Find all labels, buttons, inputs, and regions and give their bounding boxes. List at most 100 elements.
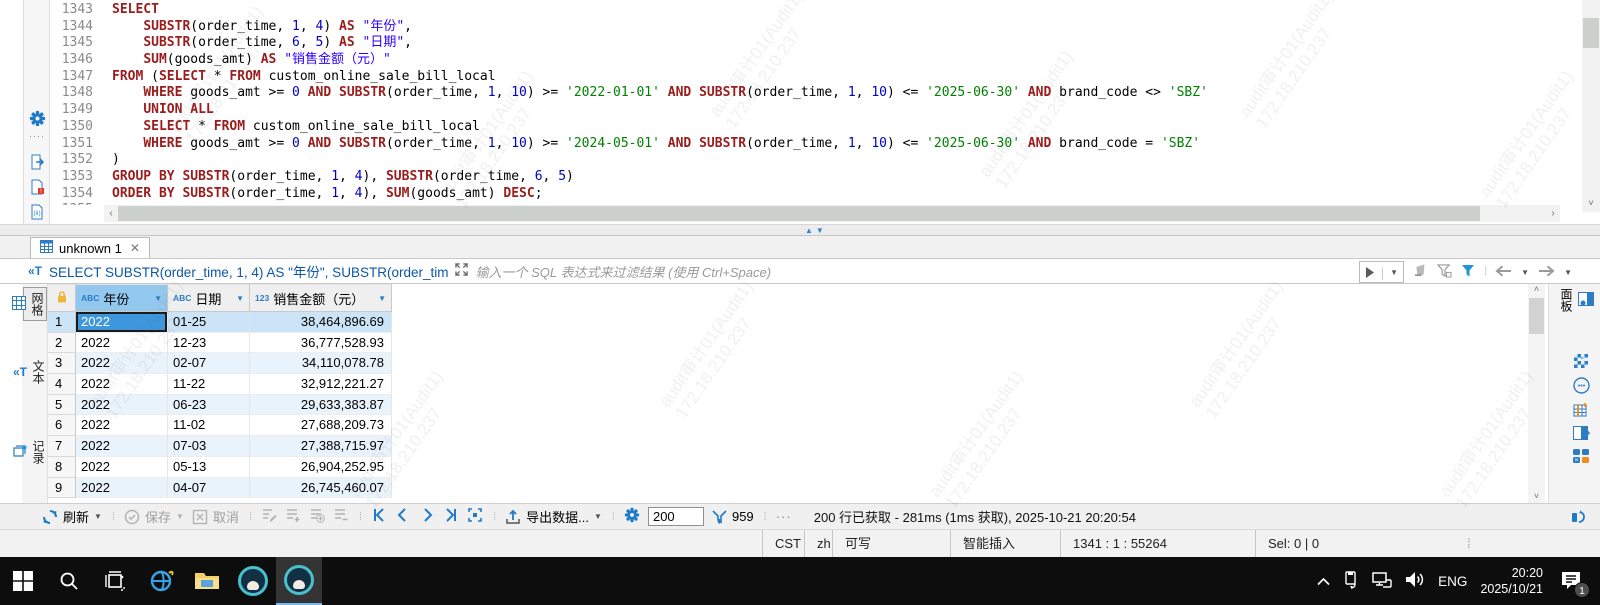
row-number[interactable]: 2	[48, 332, 76, 354]
chevron-down-icon[interactable]: ▼	[94, 512, 102, 521]
code-line[interactable]: ORDER BY SUBSTR(order_time, 1, 4), SUM(g…	[112, 186, 1576, 203]
explorer-button[interactable]	[184, 557, 230, 605]
grid-cell[interactable]: 27,388,715.97	[250, 436, 392, 457]
grid-cell[interactable]: 27,688,209.73	[250, 415, 392, 437]
code-line[interactable]: UNION ALL	[112, 102, 1576, 119]
table-row[interactable]: 9 2022 04-07 26,745,460.07	[48, 477, 392, 499]
column-header-year[interactable]: ABC 年份 ▼	[76, 284, 168, 312]
table-row[interactable]: 3 2022 02-07 34,110,078.78	[48, 353, 392, 375]
grid-cell[interactable]: 2022	[76, 477, 168, 499]
code-line[interactable]: WHERE goods_amt >= 0 AND SUBSTR(order_ti…	[112, 136, 1576, 153]
table-row[interactable]: 1 2022 01-25 38,464,896.69	[48, 312, 392, 333]
aggregate-panel-icon[interactable]	[1572, 400, 1590, 418]
custom-filter-icon[interactable]	[1436, 263, 1452, 281]
grid-cell[interactable]: 26,904,252.95	[250, 456, 392, 478]
grid-cell[interactable]: 2022	[76, 374, 168, 395]
column-header-amount[interactable]: 123 销售金额（元） ▼	[250, 284, 392, 312]
row-number[interactable]: 7	[48, 436, 76, 457]
script-error-icon[interactable]: !	[27, 177, 47, 197]
fetch-size-input[interactable]	[647, 507, 704, 526]
language-indicator[interactable]: ENG	[1438, 574, 1467, 589]
export-data-button[interactable]: 导出数据... ▼	[505, 507, 602, 526]
script-info-icon[interactable]: (ii)	[27, 202, 47, 222]
last-page-icon[interactable]	[443, 507, 459, 526]
hscroll-thumb[interactable]	[118, 206, 1480, 221]
grid-cell[interactable]: 11-22	[168, 374, 250, 395]
editor-vscrollbar[interactable]: ˅	[1582, 0, 1600, 212]
row-number[interactable]: 3	[48, 353, 76, 375]
scroll-down-icon[interactable]: ˅	[1582, 198, 1600, 212]
scroll-down-icon[interactable]: ˅	[1528, 491, 1545, 501]
grid-cell[interactable]: 06-23	[168, 394, 250, 416]
code-line[interactable]: FROM (SELECT * FROM custom_online_sale_b…	[112, 69, 1576, 86]
clear-filter-icon[interactable]	[1413, 264, 1428, 280]
result-grid[interactable]: ABC 年份 ▼ ABC 日期 ▼ 123 销售金额（元） ▼ 1 2022 01-…	[48, 284, 392, 499]
table-row[interactable]: 8 2022 05-13 26,904,252.95	[48, 456, 392, 478]
grid-cell[interactable]: 05-13	[168, 456, 250, 478]
ie-button[interactable]	[138, 557, 184, 605]
code-line[interactable]: SELECT * FROM custom_online_sale_bill_lo…	[112, 119, 1576, 136]
code-line[interactable]: SUBSTR(order_time, 6, 5) AS "日期",	[112, 35, 1576, 52]
expand-filter-icon[interactable]	[455, 263, 469, 279]
first-page-icon[interactable]	[371, 507, 387, 526]
code-line[interactable]: GROUP BY SUBSTR(order_time, 1, 4), SUBST…	[112, 169, 1576, 186]
grid-cell[interactable]: 07-03	[168, 436, 250, 457]
calc-panel-icon[interactable]	[1572, 376, 1590, 394]
apply-filter-button[interactable]: | ▼	[1358, 261, 1405, 283]
header-corner[interactable]	[48, 284, 76, 312]
export-script-icon[interactable]	[27, 152, 47, 172]
grid-cell[interactable]: 29,633,383.87	[250, 394, 392, 416]
code-line[interactable]: SELECT	[112, 2, 1576, 19]
vscroll-thumb[interactable]	[1583, 18, 1599, 48]
row-number[interactable]: 8	[48, 456, 76, 478]
grid-cell[interactable]: 12-23	[168, 332, 250, 354]
usb-icon[interactable]	[1343, 570, 1359, 592]
code-line[interactable]: SUM(goods_amt) AS "销售金额（元）"	[112, 52, 1576, 69]
forward-icon[interactable]	[1538, 265, 1555, 280]
row-number[interactable]: 5	[48, 394, 76, 416]
add-row-icon[interactable]	[285, 507, 301, 526]
statusbar-overflow-icon[interactable]: ⁞	[1455, 530, 1495, 558]
grid-cell[interactable]: 2022	[76, 415, 168, 437]
start-button[interactable]	[0, 557, 46, 605]
code-line[interactable]: )	[112, 152, 1576, 169]
grid-cell[interactable]: 2022	[76, 332, 168, 354]
prev-page-icon[interactable]	[395, 507, 411, 526]
back-icon[interactable]	[1495, 265, 1512, 280]
column-header-date[interactable]: ABC 日期 ▼	[168, 284, 250, 312]
editor-hscrollbar[interactable]: ‹ ›	[104, 205, 1560, 222]
grid-cell[interactable]: 32,912,221.27	[250, 374, 392, 395]
filter-enabled-icon[interactable]	[1461, 264, 1475, 281]
grid-cell[interactable]: 34,110,078.78	[250, 353, 392, 375]
chevron-down-icon[interactable]: ▼	[1390, 268, 1398, 277]
code-lines[interactable]: SELECT SUBSTR(order_time, 1, 4) AS "年份",…	[112, 2, 1576, 205]
grid-vscroll-thumb[interactable]	[1529, 298, 1544, 334]
fetch-page-icon[interactable]	[467, 507, 483, 526]
table-row[interactable]: 2 2022 12-23 36,777,528.93	[48, 332, 392, 354]
row-number[interactable]: 9	[48, 477, 76, 499]
table-row[interactable]: 6 2022 11-02 27,688,209.73	[48, 415, 392, 437]
caret-position[interactable]: 1341 : 1 : 55264	[1060, 530, 1255, 558]
save-button[interactable]: 保存 ▼	[124, 507, 184, 526]
grid-vscrollbar[interactable]: ˄ ˅	[1528, 284, 1545, 503]
chevron-down-icon[interactable]: ▼	[594, 512, 602, 521]
scroll-left-icon[interactable]: ‹	[104, 205, 118, 222]
grid-cell[interactable]: 2022	[76, 394, 168, 416]
toolbar-overflow-icon[interactable]: ···	[776, 509, 792, 524]
delete-row-icon[interactable]	[333, 507, 349, 526]
chevron-down-icon[interactable]: ▼	[154, 294, 162, 303]
tab-text-view[interactable]: 文本 «T	[13, 356, 47, 388]
references-panel-icon[interactable]: ✕	[1572, 447, 1590, 465]
refresh-button[interactable]: 刷新 ▼	[42, 507, 102, 526]
grid-cell[interactable]: 11-02	[168, 415, 250, 437]
code-line[interactable]: SUBSTR(order_time, 1, 4) AS "年份",	[112, 19, 1576, 36]
tab-unknown-1[interactable]: unknown 1 ✕	[30, 237, 150, 258]
grid-cell[interactable]: 2022	[76, 312, 168, 333]
metadata-panel-icon[interactable]	[1572, 424, 1590, 442]
grid-cell[interactable]: 2022	[76, 436, 168, 457]
duplicate-row-icon[interactable]	[309, 507, 325, 526]
grid-cell[interactable]: 38,464,896.69	[250, 312, 392, 333]
tab-grid-view[interactable]: 网格	[12, 287, 47, 321]
back-dropdown-icon[interactable]: ▼	[1521, 268, 1529, 277]
dbeaver-active-button[interactable]	[276, 557, 322, 605]
